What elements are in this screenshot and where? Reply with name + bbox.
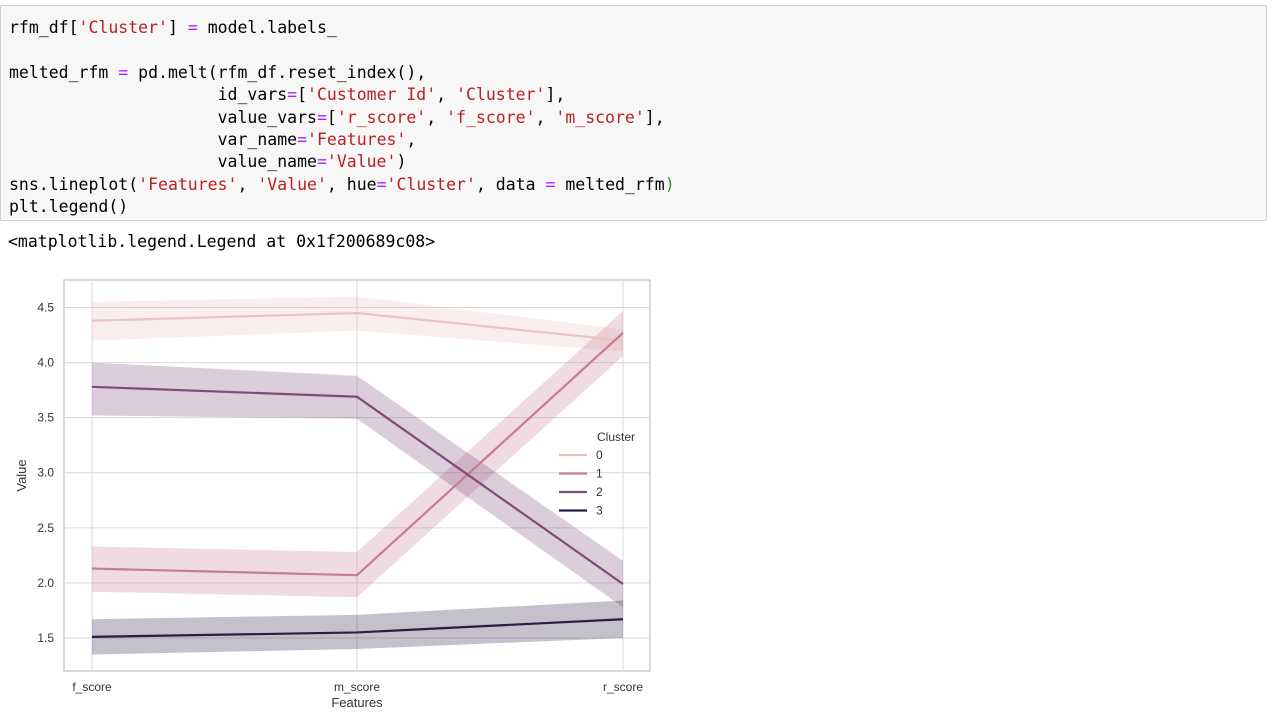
code-editor[interactable]: rfm_df['Cluster'] = model.labels_ melted…	[9, 17, 675, 219]
code-token: plt.legend()	[9, 197, 129, 217]
code-token: =	[376, 174, 387, 194]
y-tick-label: 2.5	[37, 521, 54, 535]
code-token: pd.melt(rfm_df.reset_index(),	[128, 62, 427, 82]
code-token: 'r_score'	[336, 107, 427, 127]
code-token: =	[287, 85, 298, 105]
y-tick-label: 3.5	[37, 411, 54, 425]
code-token: =	[118, 62, 129, 82]
y-tick-label: 1.5	[37, 631, 54, 645]
legend-label-cluster-3: 3	[596, 504, 603, 518]
code-token: 'Customer Id'	[307, 85, 437, 105]
x-tick-label: f_score	[72, 680, 112, 694]
code-token: value_name	[9, 152, 317, 172]
code-token: rfm_df[	[9, 18, 79, 37]
code-token: =	[545, 174, 556, 194]
code-token: ]	[167, 18, 188, 37]
code-line: var_name='Features',	[9, 129, 675, 151]
code-token: sns.lineplot(	[9, 174, 139, 194]
code-token: melted_rfm	[9, 62, 119, 82]
code-line: rfm_df['Cluster'] = model.labels_	[9, 17, 675, 39]
code-token: 'Value'	[326, 152, 397, 172]
y-tick-label: 4.0	[37, 356, 54, 370]
code-token: =	[316, 107, 327, 127]
legend-label-cluster-1: 1	[596, 467, 603, 481]
code-token: ,	[436, 85, 457, 105]
code-token: [	[297, 85, 308, 105]
code-token: =	[297, 129, 308, 149]
y-tick-label: 2.0	[37, 576, 54, 590]
y-tick-label: 4.5	[37, 301, 54, 315]
code-line: id_vars=['Customer Id', 'Cluster'],	[9, 84, 675, 106]
code-token: ,	[426, 107, 447, 127]
lineplot-chart: 1.5 2.0 2.5 3.0 3.5 4.0 4.5 f_score m_score r_sco…	[0, 262, 680, 717]
code-token: 'f_score'	[446, 107, 536, 127]
code-token: var_name	[9, 129, 298, 149]
code-token: id_vars	[9, 85, 288, 105]
code-token: melted_rfm	[555, 174, 665, 194]
code-token: ,	[406, 129, 417, 149]
code-token: 'Cluster'	[78, 18, 168, 37]
code-token: ,	[535, 107, 556, 127]
code-token: [	[326, 107, 337, 127]
legend-label-cluster-0: 0	[596, 448, 603, 462]
legend-title: Cluster	[597, 430, 635, 444]
code-line: sns.lineplot('Features', 'Value', hue='C…	[9, 174, 675, 196]
code-token: ],	[545, 85, 566, 105]
code-line: plt.legend()	[9, 196, 675, 218]
chart-svg: 1.5 2.0 2.5 3.0 3.5 4.0 4.5 f_score m_score r_sco…	[14, 279, 651, 710]
code-token: 'Cluster'	[386, 174, 476, 194]
code-token: =	[187, 18, 198, 37]
code-token: )	[664, 174, 675, 194]
code-token: ,	[237, 174, 258, 194]
code-token: model.labels_	[197, 18, 337, 37]
code-token: , hue	[326, 174, 377, 194]
code-token: 'm_score'	[555, 107, 645, 127]
y-axis-label: Value	[14, 459, 29, 491]
x-tick-label: r_score	[603, 680, 643, 694]
code-token: value_vars	[9, 107, 317, 127]
code-token: ],	[644, 107, 665, 127]
code-token: 'Cluster'	[456, 85, 546, 105]
y-tick-label: 3.0	[37, 466, 54, 480]
code-line: value_name='Value')	[9, 151, 675, 173]
code-token: 'Features'	[138, 174, 238, 194]
code-line: melted_rfm = pd.melt(rfm_df.reset_index(…	[9, 62, 675, 84]
legend-label-cluster-2: 2	[596, 485, 603, 499]
x-tick-label: m_score	[334, 680, 380, 694]
code-line: value_vars=['r_score', 'f_score', 'm_sco…	[9, 107, 675, 129]
x-axis-label: Features	[331, 695, 383, 710]
cell-output-text: <matplotlib.legend.Legend at 0x1f200689c…	[8, 232, 436, 251]
code-token: 'Features'	[307, 129, 407, 149]
code-token: 'Value'	[257, 174, 327, 194]
code-token: , data	[475, 174, 546, 194]
code-token: =	[316, 152, 327, 172]
code-token: )	[396, 152, 407, 172]
code-cell[interactable]: rfm_df['Cluster'] = model.labels_ melted…	[0, 5, 1267, 221]
